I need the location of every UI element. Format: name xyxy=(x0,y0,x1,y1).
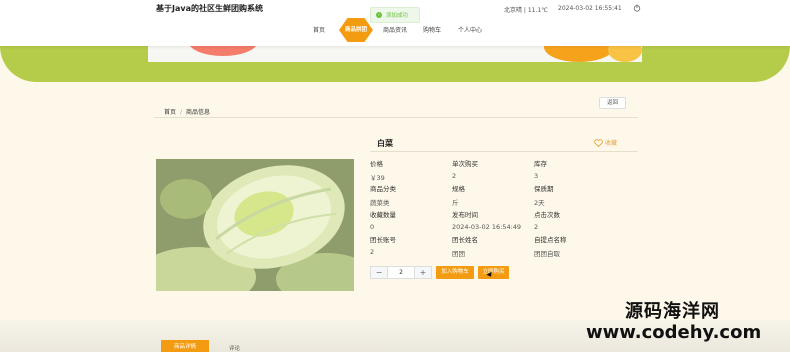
attr-leader-account: 团长账号 2 xyxy=(370,234,396,256)
breadcrumb-current: 商品信息 xyxy=(186,109,211,116)
nav-news[interactable]: 商品资讯 xyxy=(383,25,407,34)
attr-value: 蔬菜类 xyxy=(370,199,390,207)
attr-leader-name: 团长姓名 团团 xyxy=(452,234,478,258)
attr-key: 规格 xyxy=(452,185,465,193)
attr-key: 自提点名称 xyxy=(534,236,567,244)
breadcrumb-home[interactable]: 首页 xyxy=(164,109,176,116)
attr-spec: 规格斤 xyxy=(452,183,465,207)
divider xyxy=(154,117,638,118)
attr-price: 价格 ￥39 xyxy=(370,158,385,182)
favorite-button[interactable]: 收藏 xyxy=(594,138,617,147)
datetime-text: 2024-03-02 16:55:41 xyxy=(558,5,622,12)
nav-group-buy[interactable]: 商品拼团 xyxy=(339,18,373,42)
main-nav: 首页 商品拼团 商品资讯 购物车 个人中心 xyxy=(0,18,790,42)
nav-cart[interactable]: 购物车 xyxy=(423,25,441,34)
favorite-label: 收藏 xyxy=(605,140,618,147)
watermark-url: www.codehy.com xyxy=(586,322,762,343)
orange-shape xyxy=(544,46,614,62)
product-image xyxy=(156,159,354,291)
attr-key: 库存 xyxy=(534,160,547,168)
quantity-input[interactable]: 2 xyxy=(387,267,415,278)
breadcrumb: 首页 / 商品信息 xyxy=(164,107,210,116)
attr-value: 2天 xyxy=(534,199,545,207)
attr-key: 保质期 xyxy=(534,185,554,193)
back-button[interactable]: 返回 xyxy=(599,97,626,109)
attr-clicks: 点击次数 2 xyxy=(534,209,560,231)
attr-publish-time: 发布时间 2024-03-02 16:54:49 xyxy=(452,209,521,231)
breadcrumb-separator: / xyxy=(180,109,183,116)
attr-value: 2 xyxy=(534,223,539,231)
attr-value: 0 xyxy=(370,223,375,231)
attr-category: 商品分类 蔬菜类 xyxy=(370,183,396,207)
attr-key: 收藏数量 xyxy=(370,211,396,219)
plus-button[interactable]: + xyxy=(415,267,431,278)
tomato-shape xyxy=(188,46,258,56)
cabbage-illustration xyxy=(156,159,354,291)
attr-key: 团长姓名 xyxy=(452,236,478,244)
orange-slice-shape xyxy=(608,46,642,62)
add-to-cart-button[interactable]: 加入购物车 xyxy=(436,266,474,279)
attr-value: 3 xyxy=(534,172,539,180)
attr-key: 发布时间 xyxy=(452,211,478,219)
attr-value: 2 xyxy=(370,248,375,256)
attr-pickup-point: 自提点名称 团团自取 xyxy=(534,234,567,258)
attr-key: 团长账号 xyxy=(370,236,396,244)
attr-value: 团团自取 xyxy=(534,250,560,258)
attr-key: 点击次数 xyxy=(534,211,560,219)
attr-per-purchase: 单次购买 2 xyxy=(452,158,478,180)
attr-shelf-life: 保质期 2天 xyxy=(534,183,554,207)
nav-home[interactable]: 首页 xyxy=(313,25,325,34)
attr-value: 2 xyxy=(452,172,457,180)
product-title: 白菜 xyxy=(377,139,393,148)
heart-icon xyxy=(594,138,603,147)
attr-value: 团团 xyxy=(452,250,465,258)
attr-key: 商品分类 xyxy=(370,185,396,193)
watermark-title: 源码海洋网 xyxy=(625,301,720,322)
top-header: 基于Java的社区生鲜团购系统 ✓ 添加成功 北京晴 | 11.1℃ 2024-… xyxy=(0,0,790,46)
attr-favorites: 收藏数量 0 xyxy=(370,209,396,231)
attr-value: 斤 xyxy=(452,199,459,207)
attr-key: 价格 xyxy=(370,160,383,168)
weather-text: 北京晴 | 11.1℃ xyxy=(504,7,548,14)
attr-key: 单次购买 xyxy=(452,160,478,168)
attr-value: ￥39 xyxy=(370,174,385,182)
logout-icon[interactable] xyxy=(633,4,641,12)
site-title: 基于Java的社区生鲜团购系统 xyxy=(156,4,263,13)
nav-user-center[interactable]: 个人中心 xyxy=(458,25,482,34)
minus-button[interactable]: − xyxy=(371,267,387,278)
tab-comments[interactable]: 评论 xyxy=(229,344,240,352)
banner-image xyxy=(148,46,642,62)
tab-product-details[interactable]: 商品详情 xyxy=(161,340,209,352)
attr-stock: 库存 3 xyxy=(534,158,547,180)
attr-value: 2024-03-02 16:54:49 xyxy=(452,223,522,231)
divider xyxy=(370,151,638,152)
quantity-stepper: − 2 + xyxy=(370,266,432,279)
buy-now-button[interactable]: 立即购买 xyxy=(478,266,509,279)
